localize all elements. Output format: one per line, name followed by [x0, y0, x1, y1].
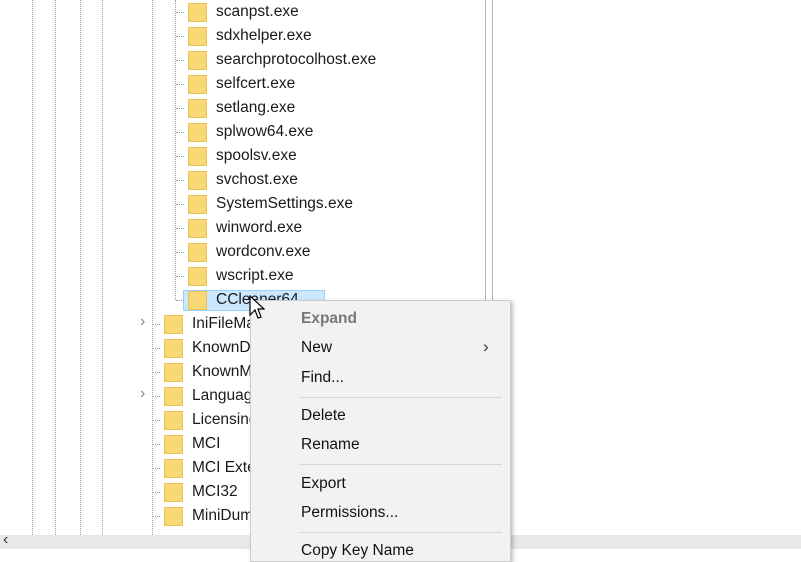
folder-icon — [188, 26, 207, 46]
menu-separator — [299, 464, 502, 465]
tree-connector — [152, 516, 160, 517]
menu-separator — [299, 532, 502, 533]
folder-icon — [188, 170, 207, 190]
folder-icon — [188, 122, 207, 142]
folder-icon — [164, 458, 183, 478]
folder-icon — [188, 290, 207, 310]
folder-icon — [188, 74, 207, 94]
tree-connector — [176, 204, 184, 205]
folder-icon — [188, 98, 207, 118]
folder-icon — [164, 386, 183, 406]
menu-separator — [299, 397, 502, 398]
tree-connector — [176, 276, 184, 277]
folder-icon — [188, 146, 207, 166]
tree-item[interactable]: MCI32 — [152, 480, 238, 504]
tree-item-label: sdxhelper.exe — [216, 27, 312, 44]
menu-item-copy-key-name[interactable]: Copy Key Name — [301, 542, 414, 560]
folder-icon — [188, 50, 207, 70]
menu-item-expand[interactable]: Expand — [301, 310, 357, 328]
tree-connector — [176, 156, 184, 157]
menu-item-delete[interactable]: Delete — [301, 407, 346, 425]
tree-connector — [176, 108, 184, 109]
tree-guide — [32, 0, 33, 535]
folder-icon — [164, 410, 183, 430]
tree-connector — [152, 348, 160, 349]
tree-item[interactable]: SystemSettings.exe — [176, 192, 353, 216]
context-menu: Expand New › Find... Delete Rename Expor… — [250, 300, 511, 562]
tree-item[interactable]: searchprotocolhost.exe — [176, 48, 377, 72]
tree-item[interactable]: setlang.exe — [176, 96, 296, 120]
folder-icon — [188, 266, 207, 286]
folder-icon — [164, 362, 183, 382]
tree-item-label: scanpst.exe — [216, 3, 299, 20]
menu-item-rename[interactable]: Rename — [301, 436, 360, 454]
tree-connector — [176, 132, 184, 133]
menu-item-new[interactable]: New — [301, 339, 332, 357]
folder-icon — [188, 2, 207, 22]
expand-chevron-icon[interactable]: › — [140, 385, 145, 403]
folder-icon — [188, 218, 207, 238]
tree-connector — [152, 444, 160, 445]
tree-connector — [176, 228, 184, 229]
tree-item-label: wscript.exe — [216, 267, 294, 284]
tree-item-label: searchprotocolhost.exe — [216, 51, 377, 68]
menu-item-permissions[interactable]: Permissions... — [301, 504, 398, 522]
tree-connector — [152, 468, 160, 469]
tree-item[interactable]: wordconv.exe — [176, 240, 311, 264]
tree-item-label: splwow64.exe — [216, 123, 314, 140]
tree-connector — [152, 372, 160, 373]
tree-connector — [176, 300, 184, 301]
tree-item-label: winword.exe — [216, 219, 303, 236]
scroll-left-arrow[interactable]: ‹ — [3, 531, 8, 549]
tree-item-label: setlang.exe — [216, 99, 296, 116]
tree-guide — [175, 0, 176, 300]
tree-item[interactable]: MCI — [152, 432, 221, 456]
submenu-arrow-icon: › — [483, 337, 489, 356]
tree-item-label: wordconv.exe — [216, 243, 311, 260]
tree-item[interactable]: splwow64.exe — [176, 120, 314, 144]
folder-icon — [164, 482, 183, 502]
tree-item-label: SystemSettings.exe — [216, 195, 353, 212]
tree-item[interactable]: svchost.exe — [176, 168, 298, 192]
tree-connector — [176, 36, 184, 37]
tree-item-label: MCI — [192, 435, 221, 452]
tree-item[interactable]: selfcert.exe — [176, 72, 296, 96]
expand-chevron-icon[interactable]: › — [140, 313, 145, 331]
tree-connector — [176, 180, 184, 181]
tree-item[interactable]: wscript.exe — [176, 264, 294, 288]
tree-connector — [152, 420, 160, 421]
mouse-cursor-icon — [249, 295, 265, 319]
tree-connector — [176, 60, 184, 61]
folder-icon — [188, 194, 207, 214]
tree-item-label: svchost.exe — [216, 171, 298, 188]
folder-icon — [164, 506, 183, 526]
folder-icon — [164, 434, 183, 454]
tree-item[interactable]: scanpst.exe — [176, 0, 299, 24]
tree-connector — [176, 84, 184, 85]
folder-icon — [164, 314, 183, 334]
tree-item[interactable]: sdxhelper.exe — [176, 24, 312, 48]
tree-item[interactable]: winword.exe — [176, 216, 303, 240]
menu-item-find[interactable]: Find... — [301, 369, 344, 387]
tree-guide — [152, 0, 153, 535]
tree-item-label: spoolsv.exe — [216, 147, 297, 164]
tree-connector — [176, 12, 184, 13]
tree-connector — [152, 396, 160, 397]
tree-guide — [80, 0, 81, 535]
tree-connector — [176, 252, 184, 253]
folder-icon — [188, 242, 207, 262]
menu-item-export[interactable]: Export — [301, 475, 346, 493]
tree-guide — [55, 0, 56, 535]
folder-icon — [164, 338, 183, 358]
tree-item-label: MCI32 — [192, 483, 238, 500]
tree-item[interactable]: spoolsv.exe — [176, 144, 297, 168]
tree-item-label: selfcert.exe — [216, 75, 296, 92]
tree-connector — [152, 492, 160, 493]
tree-guide — [102, 0, 103, 535]
tree-connector — [152, 324, 160, 325]
